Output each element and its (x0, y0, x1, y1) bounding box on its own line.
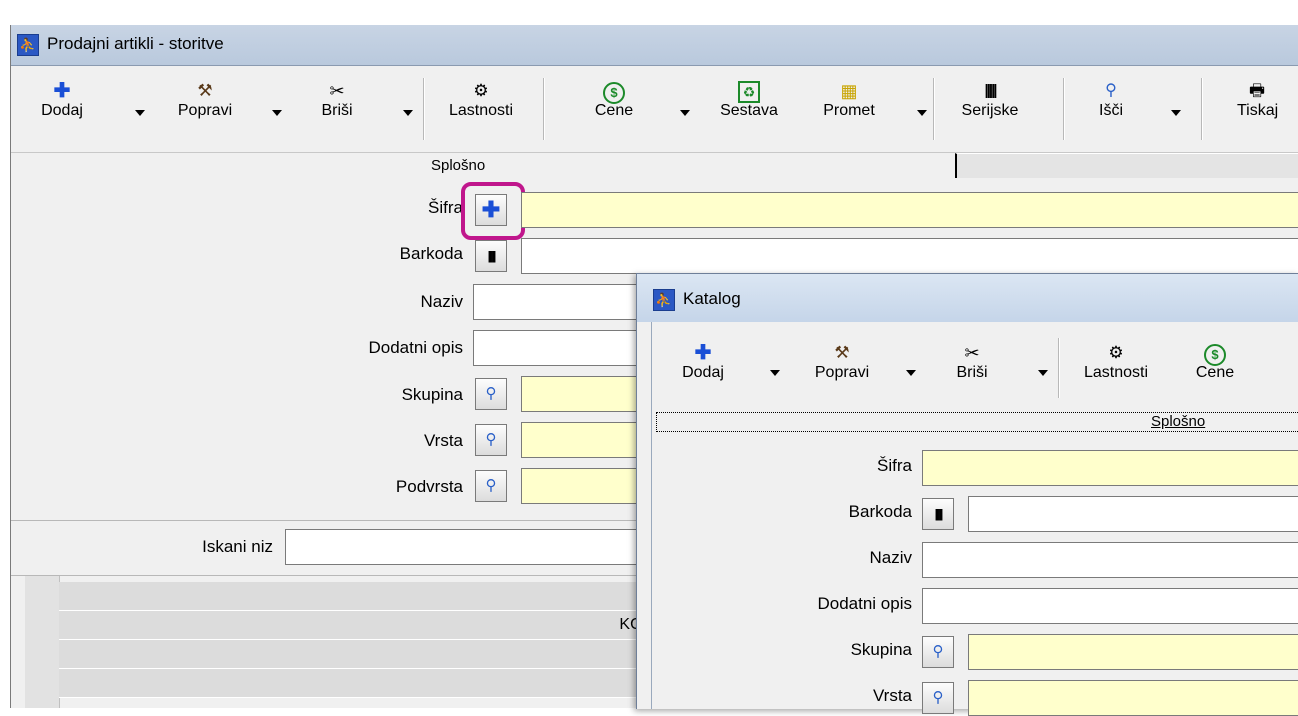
katalog-brisi-button[interactable]: ✂ Briši (942, 342, 1002, 382)
properties-icon: ⚙ (473, 81, 489, 100)
magnifier-icon: ⚲ (932, 643, 944, 660)
katalog-tab-splosno[interactable]: Splošno (656, 412, 1298, 432)
podvrsta-lookup-button[interactable]: ⚲ (475, 470, 507, 502)
magnifier-icon: ⚲ (932, 689, 944, 706)
skupina-label: Skupina (401, 385, 463, 404)
tab-strip: Splošno (11, 153, 1298, 179)
katalog-dodaj-dropdown-arrow[interactable] (770, 370, 780, 376)
barcode-icon: ||||| (487, 249, 497, 263)
barkoda-input[interactable] (521, 238, 1298, 274)
toolbar-separator (423, 78, 425, 140)
properties-icon: ⚙ (1108, 343, 1124, 362)
toolbar-separator (1058, 338, 1060, 398)
katalog-popravi-dropdown-arrow[interactable] (906, 370, 916, 376)
toolbar-separator (543, 78, 545, 140)
promet-button[interactable]: ▦ Promet (809, 80, 889, 120)
dodaj-button[interactable]: ✚ Dodaj (37, 80, 87, 120)
katalog-vrsta-input[interactable] (968, 680, 1298, 716)
katalog-barkoda-input[interactable] (968, 496, 1298, 532)
katalog-vrsta-lookup-button[interactable]: ⚲ (922, 682, 954, 714)
skupina-lookup-button[interactable]: ⚲ (475, 378, 507, 410)
podvrsta-label: Podvrsta (395, 477, 463, 496)
sifra-input[interactable] (521, 192, 1298, 228)
katalog-title: Katalog (683, 289, 741, 308)
dollar-coin-icon: $ (1184, 342, 1246, 366)
katalog-dodatni-opis-input[interactable] (922, 588, 1298, 624)
app-icon: ⛹ (17, 34, 39, 56)
grid-row-header (25, 576, 60, 708)
plus-icon: ✚ (53, 80, 71, 102)
toolbar-separator (933, 78, 935, 140)
katalog-sifra-label: Šifra (877, 456, 912, 475)
katalog-naziv-label: Naziv (869, 548, 912, 567)
serijske-button[interactable]: ||||| Serijske (945, 80, 1035, 120)
katalog-skupina-lookup-button[interactable]: ⚲ (922, 636, 954, 668)
toolbar-separator (1201, 78, 1203, 140)
magnifier-icon: ⚲ (485, 385, 497, 402)
magnifier-icon: ⚲ (485, 431, 497, 448)
app-icon: ⛹ (653, 289, 675, 311)
katalog-skupina-input[interactable] (968, 634, 1298, 670)
isci-dropdown-arrow[interactable] (1171, 110, 1181, 116)
isci-button[interactable]: ⚲ Išči (1091, 80, 1131, 120)
magnifier-icon: ⚲ (1105, 82, 1117, 99)
brisi-button[interactable]: ✂ Briši (307, 80, 367, 120)
katalog-lastnosti-button[interactable]: ⚙ Lastnosti (1066, 342, 1166, 382)
barcode-icon: ||||| (934, 507, 944, 521)
lastnosti-button[interactable]: ⚙ Lastnosti (431, 80, 531, 120)
main-title-bar: ⛹ Prodajni artikli - storitve (11, 25, 1298, 66)
cene-button[interactable]: $ Cene (579, 80, 649, 120)
katalog-body: ✚ Dodaj ⚒ Popravi ✂ Briši ⚙ Lastnosti $ (651, 322, 1298, 716)
katalog-popravi-button[interactable]: ⚒ Popravi (798, 342, 886, 382)
katalog-title-bar: ⛹ Katalog (637, 274, 1298, 322)
main-toolbar: ✚ Dodaj ⚒ Popravi ✂ Briši ⚙ Lastnosti $ … (11, 66, 1298, 153)
brisi-dropdown-arrow[interactable] (403, 110, 413, 116)
katalog-naziv-input[interactable] (922, 542, 1298, 578)
magnifier-icon: ⚲ (485, 477, 497, 494)
printer-icon: 🖶 (1248, 81, 1266, 100)
katalog-barcode-button[interactable]: ||||| (922, 498, 954, 530)
hammer-icon: ⚒ (197, 81, 213, 100)
katalog-barkoda-label: Barkoda (848, 502, 912, 521)
dodatni-opis-label: Dodatni opis (368, 338, 463, 357)
popravi-button[interactable]: ⚒ Popravi (161, 80, 249, 120)
katalog-dodatni-opis-label: Dodatni opis (817, 594, 912, 613)
katalog-window: ⛹ Katalog ✚ Dodaj ⚒ Popravi ✂ Briši ⚙ La… (636, 273, 1298, 716)
dodaj-dropdown-arrow[interactable] (135, 110, 145, 116)
katalog-sifra-input[interactable] (922, 450, 1298, 486)
katalog-skupina-label: Skupina (850, 640, 912, 659)
plus-icon: ✚ (694, 342, 712, 364)
barcode-button[interactable]: ||||| (475, 240, 507, 272)
katalog-vrsta-label: Vrsta (872, 686, 912, 705)
scissors-icon: ✂ (329, 81, 345, 101)
vrsta-label: Vrsta (423, 431, 463, 450)
hammer-icon: ⚒ (834, 343, 850, 362)
tab-splosno[interactable]: Splošno (431, 157, 485, 174)
recycle-icon: ♻ (707, 80, 791, 103)
popravi-dropdown-arrow[interactable] (272, 110, 282, 116)
cene-dropdown-arrow[interactable] (680, 110, 690, 116)
promet-dropdown-arrow[interactable] (917, 110, 927, 116)
vrsta-lookup-button[interactable]: ⚲ (475, 424, 507, 456)
scissors-icon: ✂ (964, 343, 980, 363)
sestava-button[interactable]: ♻ Sestava (707, 80, 791, 120)
search-label: Iskani niz (202, 537, 273, 556)
barkoda-label: Barkoda (399, 244, 463, 263)
toolbar-separator (1063, 78, 1065, 140)
katalog-dodaj-button[interactable]: ✚ Dodaj (678, 342, 728, 382)
blocks-icon: ▦ (840, 81, 858, 101)
tiskaj-button[interactable]: 🖶 Tiskaj (1237, 80, 1298, 120)
katalog-toolbar: ✚ Dodaj ⚒ Popravi ✂ Briši ⚙ Lastnosti $ (652, 322, 1298, 408)
dollar-coin-icon: $ (579, 80, 649, 104)
naziv-label: Naziv (420, 292, 463, 311)
tab-inactive[interactable] (955, 153, 1298, 178)
katalog-cene-button[interactable]: $ Cene (1184, 342, 1246, 382)
window-title: Prodajni artikli - storitve (47, 34, 224, 53)
highlight-frame (461, 182, 525, 240)
sifra-label: Šifra (428, 198, 463, 217)
katalog-tab-label: Splošno (1151, 413, 1206, 430)
barcode-icon: ||||| (984, 82, 998, 99)
katalog-brisi-dropdown-arrow[interactable] (1038, 370, 1048, 376)
